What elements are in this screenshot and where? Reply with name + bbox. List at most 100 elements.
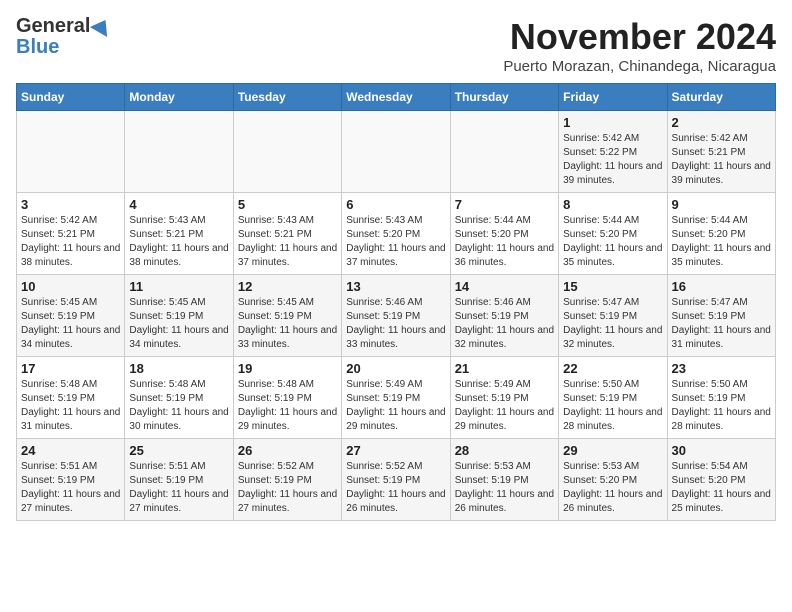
calendar-cell	[233, 111, 341, 193]
calendar-cell: 16 Sunrise: 5:47 AM Sunset: 5:19 PM Dayli…	[667, 275, 775, 357]
day-info: Sunrise: 5:42 AM Sunset: 5:21 PM Dayligh…	[672, 132, 771, 188]
calendar-cell: 2 Sunrise: 5:42 AM Sunset: 5:21 PM Daylig…	[667, 111, 775, 193]
day-number: 13	[346, 279, 445, 294]
day-number: 22	[563, 361, 662, 376]
day-header-monday: Monday	[125, 84, 233, 111]
calendar-cell: 29 Sunrise: 5:53 AM Sunset: 5:20 PM Dayli…	[559, 439, 667, 521]
day-number: 26	[238, 443, 337, 458]
calendar-cell: 30 Sunrise: 5:54 AM Sunset: 5:20 PM Dayli…	[667, 439, 775, 521]
calendar-week-2: 3Sunrise: 5:42 AM Sunset: 5:21 PM Daylig…	[17, 193, 776, 275]
day-header-tuesday: Tuesday	[233, 84, 341, 111]
day-info: Sunrise: 5:46 AM Sunset: 5:19 PM Dayligh…	[455, 296, 554, 352]
day-number: 12	[238, 279, 337, 294]
day-number: 21	[455, 361, 554, 376]
day-number: 2	[672, 115, 771, 130]
calendar-week-1: 1 Sunrise: 5:42 AM Sunset: 5:22 PM Daylig…	[17, 111, 776, 193]
day-number: 23	[672, 361, 771, 376]
calendar-cell: 19Sunrise: 5:48 AM Sunset: 5:19 PM Dayli…	[233, 357, 341, 439]
day-info: Sunrise: 5:53 AM Sunset: 5:19 PM Dayligh…	[455, 460, 554, 516]
day-info: Sunrise: 5:42 AM Sunset: 5:22 PM Dayligh…	[563, 132, 662, 188]
calendar-cell	[17, 111, 125, 193]
day-number: 6	[346, 197, 445, 212]
day-info: Sunrise: 5:50 AM Sunset: 5:19 PM Dayligh…	[672, 378, 771, 434]
calendar-cell: 18Sunrise: 5:48 AM Sunset: 5:19 PM Dayli…	[125, 357, 233, 439]
day-info: Sunrise: 5:47 AM Sunset: 5:19 PM Dayligh…	[563, 296, 662, 352]
day-header-thursday: Thursday	[450, 84, 558, 111]
calendar-cell: 5 Sunrise: 5:43 AM Sunset: 5:21 PM Daylig…	[233, 193, 341, 275]
day-info: Sunrise: 5:45 AM Sunset: 5:19 PM Dayligh…	[238, 296, 337, 352]
calendar-cell: 22Sunrise: 5:50 AM Sunset: 5:19 PM Dayli…	[559, 357, 667, 439]
calendar-cell: 27 Sunrise: 5:52 AM Sunset: 5:19 PM Dayli…	[342, 439, 450, 521]
calendar-cell: 8 Sunrise: 5:44 AM Sunset: 5:20 PM Daylig…	[559, 193, 667, 275]
day-info: Sunrise: 5:51 AM Sunset: 5:19 PM Dayligh…	[129, 460, 228, 516]
logo-icon	[90, 15, 114, 37]
day-info: Sunrise: 5:52 AM Sunset: 5:19 PM Dayligh…	[346, 460, 445, 516]
day-info: Sunrise: 5:49 AM Sunset: 5:19 PM Dayligh…	[455, 378, 554, 434]
day-number: 10	[21, 279, 120, 294]
calendar-body: 1 Sunrise: 5:42 AM Sunset: 5:22 PM Daylig…	[17, 111, 776, 521]
calendar-cell: 24 Sunrise: 5:51 AM Sunset: 5:19 PM Dayli…	[17, 439, 125, 521]
day-header-sunday: Sunday	[17, 84, 125, 111]
day-info: Sunrise: 5:43 AM Sunset: 5:21 PM Dayligh…	[129, 214, 228, 270]
calendar-week-4: 17 Sunrise: 5:48 AM Sunset: 5:19 PM Dayli…	[17, 357, 776, 439]
day-number: 8	[563, 197, 662, 212]
day-number: 30	[672, 443, 771, 458]
day-info: Sunrise: 5:54 AM Sunset: 5:20 PM Dayligh…	[672, 460, 771, 516]
calendar-cell: 25 Sunrise: 5:51 AM Sunset: 5:19 PM Dayli…	[125, 439, 233, 521]
location-subtitle: Puerto Morazan, Chinandega, Nicaragua	[503, 58, 776, 75]
calendar-cell: 1 Sunrise: 5:42 AM Sunset: 5:22 PM Daylig…	[559, 111, 667, 193]
calendar-cell: 28 Sunrise: 5:53 AM Sunset: 5:19 PM Dayli…	[450, 439, 558, 521]
day-info: Sunrise: 5:44 AM Sunset: 5:20 PM Dayligh…	[672, 214, 771, 270]
day-number: 14	[455, 279, 554, 294]
day-info: Sunrise: 5:48 AM Sunset: 5:19 PM Dayligh…	[21, 378, 120, 434]
day-info: Sunrise: 5:44 AM Sunset: 5:20 PM Dayligh…	[455, 214, 554, 270]
day-info: Sunrise: 5:51 AM Sunset: 5:19 PM Dayligh…	[21, 460, 120, 516]
calendar-cell: 12 Sunrise: 5:45 AM Sunset: 5:19 PM Dayli…	[233, 275, 341, 357]
day-info: Sunrise: 5:45 AM Sunset: 5:19 PM Dayligh…	[21, 296, 120, 352]
calendar-table: SundayMondayTuesdayWednesdayThursdayFrid…	[16, 83, 776, 521]
day-number: 27	[346, 443, 445, 458]
calendar-cell: 11Sunrise: 5:45 AM Sunset: 5:19 PM Dayli…	[125, 275, 233, 357]
day-info: Sunrise: 5:43 AM Sunset: 5:20 PM Dayligh…	[346, 214, 445, 270]
calendar-week-5: 24 Sunrise: 5:51 AM Sunset: 5:19 PM Dayli…	[17, 439, 776, 521]
day-number: 24	[21, 443, 120, 458]
calendar-cell: 26 Sunrise: 5:52 AM Sunset: 5:19 PM Dayli…	[233, 439, 341, 521]
calendar-cell: 14 Sunrise: 5:46 AM Sunset: 5:19 PM Dayli…	[450, 275, 558, 357]
calendar-cell	[450, 111, 558, 193]
day-number: 29	[563, 443, 662, 458]
day-number: 1	[563, 115, 662, 130]
calendar-week-3: 10 Sunrise: 5:45 AM Sunset: 5:19 PM Dayli…	[17, 275, 776, 357]
logo-general: General	[16, 16, 90, 36]
calendar-cell: 10 Sunrise: 5:45 AM Sunset: 5:19 PM Dayli…	[17, 275, 125, 357]
day-number: 16	[672, 279, 771, 294]
calendar-cell: 9Sunrise: 5:44 AM Sunset: 5:20 PM Daylig…	[667, 193, 775, 275]
day-info: Sunrise: 5:45 AM Sunset: 5:19 PM Dayligh…	[129, 296, 228, 352]
day-info: Sunrise: 5:52 AM Sunset: 5:19 PM Dayligh…	[238, 460, 337, 516]
calendar-header-row: SundayMondayTuesdayWednesdayThursdayFrid…	[17, 84, 776, 111]
logo-blue: Blue	[16, 36, 59, 59]
day-info: Sunrise: 5:53 AM Sunset: 5:20 PM Dayligh…	[563, 460, 662, 516]
calendar-cell: 3Sunrise: 5:42 AM Sunset: 5:21 PM Daylig…	[17, 193, 125, 275]
day-number: 17	[21, 361, 120, 376]
logo: General Blue	[16, 16, 112, 59]
day-number: 15	[563, 279, 662, 294]
calendar-cell: 15 Sunrise: 5:47 AM Sunset: 5:19 PM Dayli…	[559, 275, 667, 357]
day-number: 28	[455, 443, 554, 458]
day-number: 5	[238, 197, 337, 212]
day-info: Sunrise: 5:47 AM Sunset: 5:19 PM Dayligh…	[672, 296, 771, 352]
calendar-cell: 23 Sunrise: 5:50 AM Sunset: 5:19 PM Dayli…	[667, 357, 775, 439]
day-number: 25	[129, 443, 228, 458]
day-number: 20	[346, 361, 445, 376]
day-number: 3	[21, 197, 120, 212]
day-info: Sunrise: 5:48 AM Sunset: 5:19 PM Dayligh…	[238, 378, 337, 434]
calendar-cell: 7Sunrise: 5:44 AM Sunset: 5:20 PM Daylig…	[450, 193, 558, 275]
page-header: General Blue November 2024 Puerto Moraza…	[16, 16, 776, 75]
day-info: Sunrise: 5:44 AM Sunset: 5:20 PM Dayligh…	[563, 214, 662, 270]
calendar-cell: 13Sunrise: 5:46 AM Sunset: 5:19 PM Dayli…	[342, 275, 450, 357]
title-section: November 2024 Puerto Morazan, Chinandega…	[503, 16, 776, 75]
calendar-cell	[342, 111, 450, 193]
calendar-cell: 4Sunrise: 5:43 AM Sunset: 5:21 PM Daylig…	[125, 193, 233, 275]
day-header-saturday: Saturday	[667, 84, 775, 111]
day-info: Sunrise: 5:43 AM Sunset: 5:21 PM Dayligh…	[238, 214, 337, 270]
calendar-cell: 17 Sunrise: 5:48 AM Sunset: 5:19 PM Dayli…	[17, 357, 125, 439]
